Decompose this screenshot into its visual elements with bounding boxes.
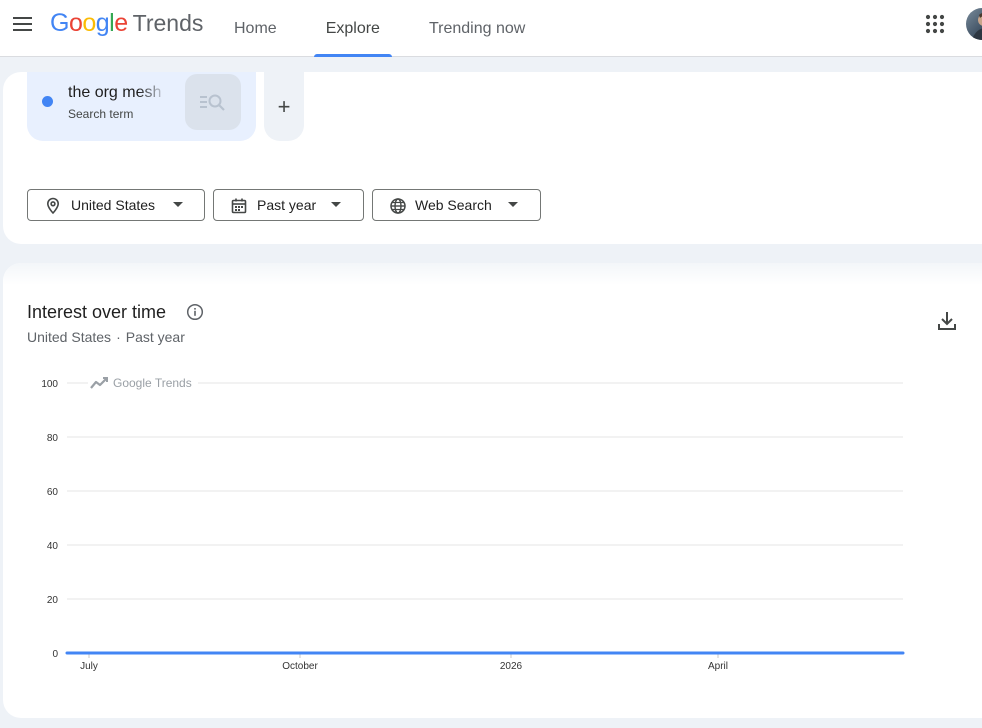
y-tick-label: 0 [52, 649, 58, 660]
y-tick-label: 40 [47, 541, 59, 552]
y-tick-label: 60 [47, 487, 59, 498]
y-tick-label: 20 [47, 595, 59, 606]
x-tick-label: 2026 [500, 661, 523, 672]
x-tick-label: April [708, 661, 728, 672]
x-axis-ticks: July October 2026 April [80, 653, 728, 672]
interest-over-time-chart: 0 20 40 60 80 100 July October 2026 April Google… [41, 375, 905, 672]
watermark-text: Google Trends [113, 376, 192, 390]
chart-gridlines [67, 382, 903, 600]
y-tick-label: 80 [47, 433, 59, 444]
x-tick-label: July [80, 661, 98, 672]
y-tick-label: 100 [41, 379, 58, 390]
y-axis-ticks: 0 20 40 60 80 100 [41, 379, 58, 660]
google-trends-watermark: Google Trends [88, 375, 198, 391]
x-tick-label: October [282, 661, 318, 672]
